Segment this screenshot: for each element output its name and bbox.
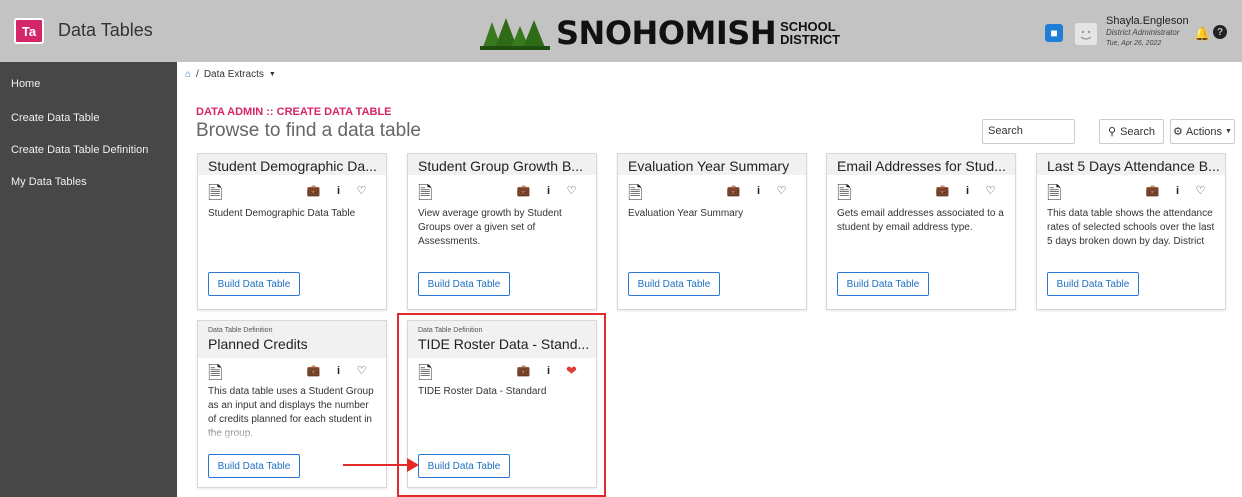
breadcrumb: ⌂ / Data Extracts ▼ [185,69,276,80]
build-data-table-button[interactable]: Build Data Table [837,272,929,296]
info-icon[interactable]: i [1167,180,1188,201]
bell-icon[interactable]: 🔔 [1194,26,1210,42]
page-title: Browse to find a data table [196,120,421,141]
actions-label: Actions [1185,125,1222,138]
gear-icon: ⚙ [1173,126,1183,138]
build-data-table-button[interactable]: Build Data Table [208,272,300,296]
user-name: Shayla.Engleson [1106,15,1189,27]
build-data-table-button[interactable]: Build Data Table [418,272,510,296]
data-table-card[interactable]: Evaluation Year Summary 🗎 💼 i ♡ Evaluati… [617,153,807,310]
top-bar: Ta Data Tables SNOHOMISH SCHOOL DISTRICT … [0,0,1242,62]
data-table-card[interactable]: Student Group Growth B... 🗎 💼 i ♡ View a… [407,153,597,310]
heart-icon[interactable]: ♡ [351,360,372,381]
info-icon[interactable]: i [538,180,559,201]
sidebar-item-create-data-table[interactable]: Create Data Table [0,104,177,136]
card-title: Last 5 Days Attendance B... [1047,158,1219,174]
search-button[interactable]: ⚲ Search [1099,119,1164,144]
trees-icon [480,18,550,50]
chevron-down-icon[interactable]: ▼ [269,71,276,78]
app-icon[interactable]: Ta [14,18,44,44]
briefcase-icon[interactable]: 💼 [303,180,324,201]
actions-button[interactable]: ⚙ Actions ▼ [1170,119,1235,144]
search-input[interactable]: Search [982,119,1075,144]
user-date: Tue, Apr 26, 2022 [1106,40,1162,47]
section-title: DATA ADMIN :: CREATE DATA TABLE [196,106,392,118]
annotation-arrow [343,464,413,466]
card-description: Gets email addresses associated to a stu… [837,208,1004,233]
data-table-card[interactable]: Student Demographic Da... 🗎 💼 i ♡ Studen… [197,153,387,310]
card-description: Student Demographic Data Table [208,208,356,219]
card-title: Planned Credits [208,336,308,352]
card-title: Evaluation Year Summary [628,158,790,174]
card-title: Email Addresses for Stud... [837,158,1006,174]
briefcase-icon[interactable]: 💼 [723,180,744,201]
info-icon[interactable]: i [328,360,349,381]
sidebar: Home Create Data Table Create Data Table… [0,62,177,497]
data-table-card[interactable]: Last 5 Days Attendance B... 🗎 💼 i ♡ This… [1036,153,1226,310]
info-icon[interactable]: i [957,180,978,201]
user-role: District Administrator [1106,28,1180,37]
chevron-down-icon: ▼ [1225,128,1232,135]
highlight-box [397,313,606,497]
briefcase-icon[interactable]: 💼 [1142,180,1163,201]
avatar[interactable] [1075,23,1097,45]
breadcrumb-data-extracts[interactable]: Data Extracts [204,69,264,80]
sidebar-item-create-definition[interactable]: Create Data Table Definition [0,136,177,168]
heart-icon[interactable]: ♡ [980,180,1001,201]
heart-icon[interactable]: ♡ [771,180,792,201]
card-kind: Data Table Definition [208,327,273,334]
info-icon[interactable]: i [748,180,769,201]
build-data-table-button[interactable]: Build Data Table [628,272,720,296]
logo-subtitle: SCHOOL DISTRICT [780,19,841,47]
data-table-card[interactable]: Data Table Definition Planned Credits 🗎 … [197,320,387,488]
briefcase-icon[interactable]: 💼 [303,360,324,381]
help-icon[interactable]: ? [1213,25,1227,39]
card-title: Student Group Growth B... [418,158,583,174]
card-title: Student Demographic Da... [208,158,377,174]
card-description: Evaluation Year Summary [628,208,744,219]
info-icon[interactable]: i [328,180,349,201]
gift-icon[interactable]: ■ [1045,24,1063,42]
sidebar-item-my-data-tables[interactable]: My Data Tables [0,168,177,200]
heart-icon[interactable]: ♡ [351,180,372,201]
logo-name: SNOHOMISH [556,14,777,52]
heart-icon[interactable]: ♡ [561,180,582,201]
briefcase-icon[interactable]: 💼 [513,180,534,201]
search-button-label: Search [1120,125,1155,138]
arrow-head-icon [407,458,419,472]
build-data-table-button[interactable]: Build Data Table [208,454,300,478]
search-icon: ⚲ [1108,126,1117,138]
sidebar-item-home[interactable]: Home [0,70,177,102]
district-logo: SNOHOMISH SCHOOL DISTRICT [480,14,840,52]
build-data-table-button[interactable]: Build Data Table [1047,272,1139,296]
app-title[interactable]: Data Tables [58,20,153,41]
breadcrumb-separator: / [196,69,199,80]
heart-icon[interactable]: ♡ [1190,180,1211,201]
user-info[interactable]: Shayla.Engleson District Administrator T… [1106,16,1189,49]
briefcase-icon[interactable]: 💼 [932,180,953,201]
data-table-card[interactable]: Email Addresses for Stud... 🗎 💼 i ♡ Gets… [826,153,1016,310]
card-description: View average growth by Student Groups ov… [418,208,562,247]
home-icon[interactable]: ⌂ [185,69,191,80]
